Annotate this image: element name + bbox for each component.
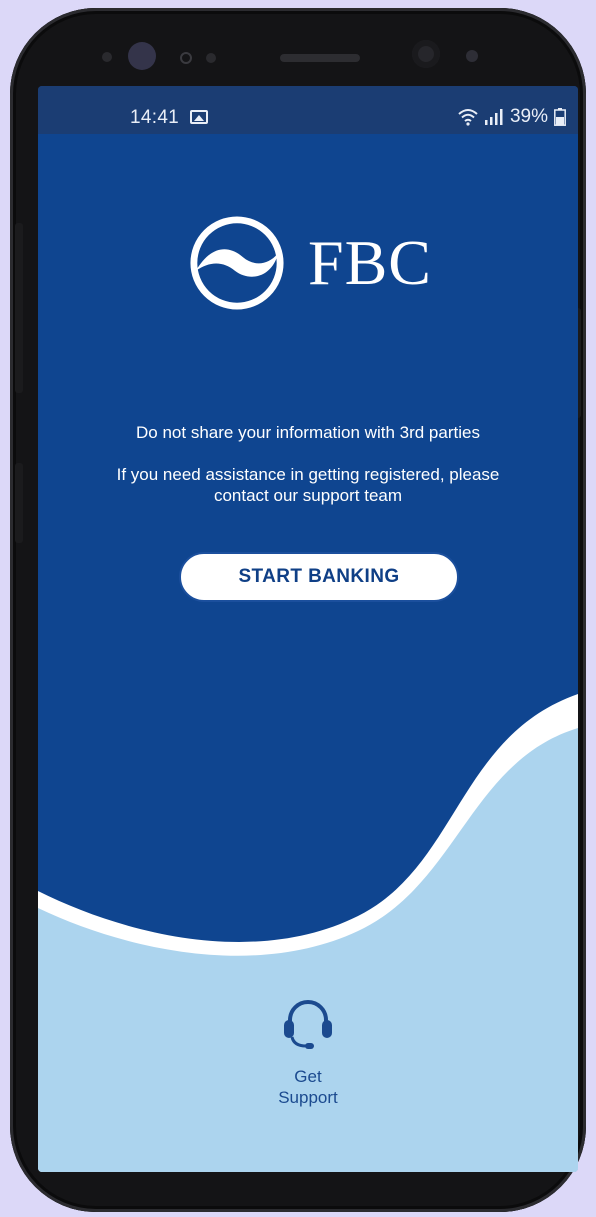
support-label-line2: Support: [278, 1088, 338, 1107]
sensor-dot: [466, 50, 478, 62]
sensor-dot: [180, 52, 192, 64]
earpiece-speaker: [280, 54, 360, 62]
support-label-line1: Get: [294, 1067, 322, 1086]
bixby-button: [15, 463, 23, 543]
get-support-button[interactable]: Get Support: [248, 994, 368, 1108]
phone-frame: 14:41 39% FBC Do not share your informat…: [10, 8, 586, 1212]
headset-icon: [284, 1000, 332, 1049]
volume-button: [15, 223, 23, 393]
iris-sensor: [128, 42, 156, 70]
sensor-dot: [102, 52, 112, 62]
app-screen: 14:41 39% FBC Do not share your informat…: [38, 86, 578, 1172]
front-camera: [412, 40, 440, 68]
sensor-dot: [206, 53, 216, 63]
